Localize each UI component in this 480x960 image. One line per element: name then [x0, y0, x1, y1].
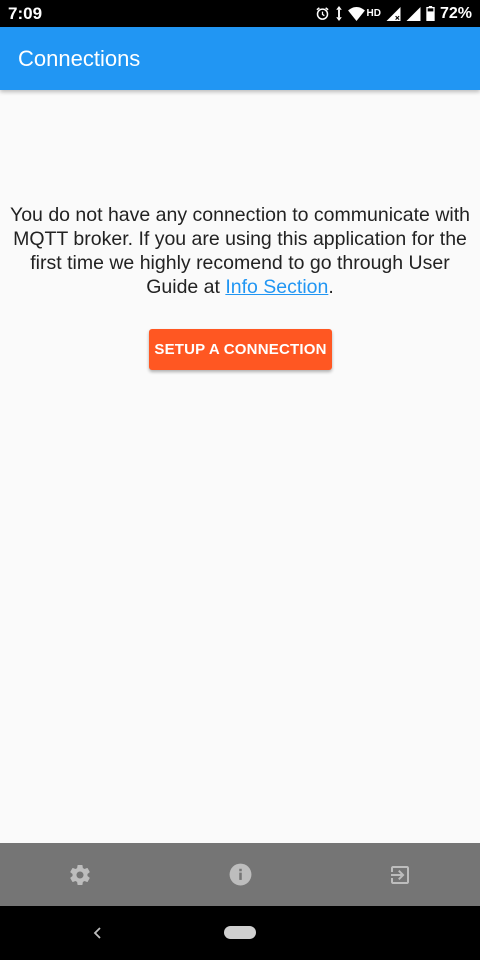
data-arrows-icon [335, 6, 342, 21]
status-icons: HD 72% [315, 5, 472, 23]
bottom-bar [0, 843, 480, 906]
page-title: Connections [18, 45, 141, 71]
battery-icon [426, 6, 435, 21]
signal-icon-1 [386, 6, 401, 21]
back-icon[interactable] [88, 923, 108, 943]
home-pill[interactable] [224, 926, 256, 939]
exit-icon [391, 865, 409, 884]
info-button[interactable] [208, 843, 272, 906]
info-icon [229, 863, 251, 886]
message-end: . [328, 276, 334, 298]
empty-state-message: You do not have any connection to commun… [8, 203, 472, 299]
wifi-icon [347, 6, 365, 21]
gear-icon [70, 864, 90, 885]
battery-percent: 72% [439, 4, 472, 22]
setup-connection-button[interactable]: SETUP A CONNECTION [149, 329, 332, 370]
status-time: 7:09 [8, 3, 43, 23]
alarm-icon [315, 7, 329, 20]
settings-button[interactable] [48, 843, 112, 906]
network-type-label: HD [366, 8, 381, 19]
exit-button[interactable] [368, 843, 432, 906]
status-bar: 7:09 HD 72% [0, 0, 480, 27]
info-section-link[interactable]: Info Section [225, 276, 328, 298]
signal-icon-2 [406, 6, 421, 21]
screen: 7:09 HD 72% Connections You do not have … [0, 0, 480, 960]
app-bar: Connections [0, 27, 480, 90]
